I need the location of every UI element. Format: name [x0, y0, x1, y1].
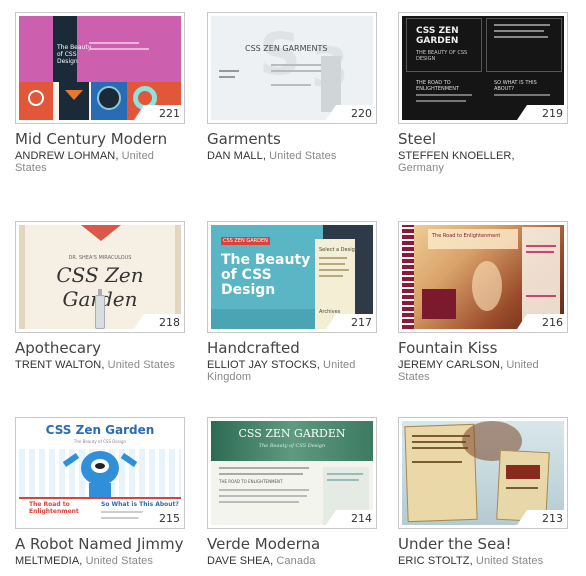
design-number: 220	[324, 105, 376, 123]
design-thumbnail[interactable]: S 3 CSS ZEN GARMENTS 220	[207, 12, 377, 124]
design-author: JEREMY CARLSON, United States	[398, 359, 539, 383]
design-number: 218	[132, 314, 184, 332]
thumb-heading: The Road to Enlightenment	[29, 501, 79, 515]
thumb-heading: Select a Design	[319, 247, 358, 253]
design-title[interactable]: Fountain Kiss	[398, 339, 497, 357]
design-number: 215	[132, 510, 184, 528]
design-thumbnail[interactable]: 213	[398, 417, 568, 529]
author-location: Germany	[398, 162, 444, 174]
design-author: DAVE SHEA, Canada	[207, 555, 316, 567]
design-thumbnail[interactable]: CSS ZEN GARDEN THE BEAUTY OF CSS DESIGN …	[398, 12, 568, 124]
design-number: 213	[515, 510, 567, 528]
author-name[interactable]: ERIC STOLTZ	[398, 555, 470, 567]
author-name[interactable]: TRENT WALTON	[15, 359, 101, 371]
thumb-heading: SO WHAT IS THIS ABOUT?	[494, 80, 537, 92]
author-location: United States	[85, 555, 153, 567]
design-author: DAN MALL, United States	[207, 150, 337, 162]
thumb-tag: CSS ZEN GARDEN	[221, 237, 270, 245]
thumb-subtitle: The Beauty of CSS Design	[258, 443, 326, 449]
design-author: MELTMEDIA, United States	[15, 555, 153, 567]
design-title[interactable]: Apothecary	[15, 339, 101, 357]
design-thumbnail[interactable]: CSS Zen Garden The Beauty of CSS Design …	[15, 417, 185, 529]
design-title[interactable]: Mid Century Modern	[15, 130, 167, 148]
thumb-heading: THE ROAD TO ENLIGHTENMENT	[219, 479, 283, 484]
design-title[interactable]: Verde Moderna	[207, 535, 320, 553]
author-name[interactable]: ANDREW LOHMAN	[15, 150, 115, 162]
design-author: ERIC STOLTZ, United States	[398, 555, 544, 567]
thumb-subtitle: The Beauty of CSS Design	[73, 439, 127, 444]
design-thumbnail[interactable]: CSS ZEN GARDEN The Beauty of CSS Design …	[207, 221, 377, 333]
design-thumbnail[interactable]: The Road to Enlightenment 216	[398, 221, 568, 333]
thumb-heading: So What is This About?	[101, 501, 179, 508]
author-name[interactable]: JEREMY CARLSON	[398, 359, 500, 371]
design-author: STEFFEN KNOELLER, Germany	[398, 150, 515, 174]
author-name[interactable]: STEFFEN KNOELLER	[398, 150, 511, 162]
thumb-subtitle: DR. SHEA'S MIRACULOUS	[68, 255, 132, 261]
author-location: United States	[269, 150, 337, 162]
design-number: 216	[515, 314, 567, 332]
thumb-heading: THE ROAD TO ENLIGHTENMENT	[416, 80, 460, 92]
design-title[interactable]: Garments	[207, 130, 281, 148]
author-name[interactable]: MELTMEDIA	[15, 555, 79, 567]
design-author: TRENT WALTON, United States	[15, 359, 176, 371]
design-title[interactable]: Steel	[398, 130, 436, 148]
design-number: 217	[324, 314, 376, 332]
design-title[interactable]: A Robot Named Jimmy	[15, 535, 184, 553]
author-name[interactable]: DAN MALL	[207, 150, 263, 162]
author-name[interactable]: DAVE SHEA	[207, 555, 270, 567]
design-thumbnail[interactable]: The Beauty of CSS Design 221	[15, 12, 185, 124]
design-title[interactable]: Handcrafted	[207, 339, 300, 357]
design-thumbnail[interactable]: CSS ZEN GARDEN The Beauty of CSS Design …	[207, 417, 377, 529]
thumb-subtitle: THE BEAUTY OF CSS DESIGN	[416, 50, 468, 62]
design-number: 221	[132, 105, 184, 123]
design-author: ANDREW LOHMAN, United States	[15, 150, 155, 174]
design-number: 219	[515, 105, 567, 123]
design-thumbnail[interactable]: DR. SHEA'S MIRACULOUS CSS Zen Garden 218	[15, 221, 185, 333]
thumb-title: CSS Zen Garden	[45, 423, 155, 437]
thumb-title: The Road to Enlightenment	[432, 233, 501, 239]
thumb-title: CSS ZEN GARDEN	[238, 427, 346, 440]
thumb-title: The Beauty of CSS Design	[221, 252, 311, 298]
thumb-title: CSS ZEN GARMENTS	[245, 44, 328, 53]
author-location: United States	[475, 555, 544, 567]
thumb-title: CSS ZEN GARDEN	[416, 26, 459, 46]
author-name[interactable]: ELLIOT JAY STOCKS	[207, 359, 317, 371]
design-number: 214	[324, 510, 376, 528]
author-location: Canada	[276, 555, 316, 567]
design-title[interactable]: Under the Sea!	[398, 535, 512, 553]
author-location: United States	[107, 359, 176, 371]
design-author: ELLIOT JAY STOCKS, United Kingdom	[207, 359, 356, 383]
